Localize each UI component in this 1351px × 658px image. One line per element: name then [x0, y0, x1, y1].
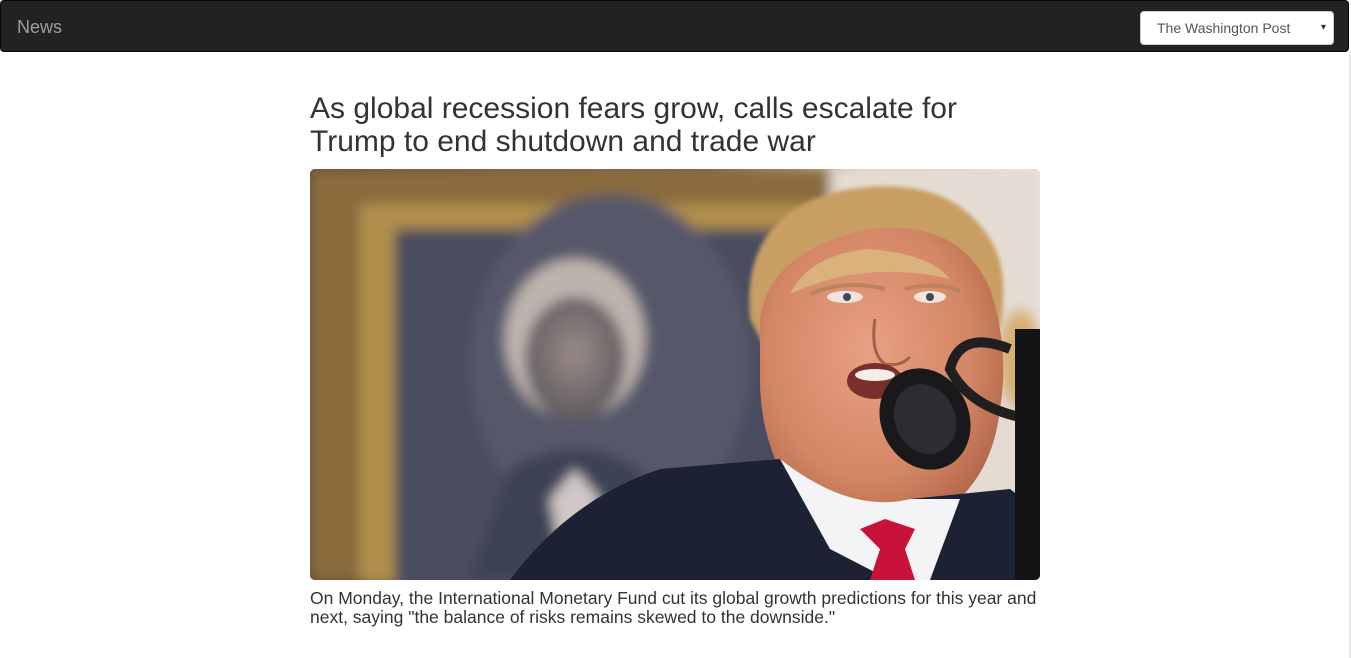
article-headline: As global recession fears grow, calls es…	[310, 92, 957, 158]
navbar-brand-link[interactable]: News	[17, 17, 62, 37]
article-photo	[310, 169, 1040, 580]
article-summary: On Monday, the International Monetary Fu…	[310, 588, 1037, 627]
news-source-select[interactable]: The Washington Post ▾	[1140, 11, 1334, 45]
news-photo-icon	[310, 169, 1040, 580]
news-source-selected-value: The Washington Post	[1157, 20, 1291, 36]
dropdown-caret-icon: ▾	[1320, 22, 1326, 33]
top-navbar: News The Washington Post ▾	[0, 0, 1349, 52]
